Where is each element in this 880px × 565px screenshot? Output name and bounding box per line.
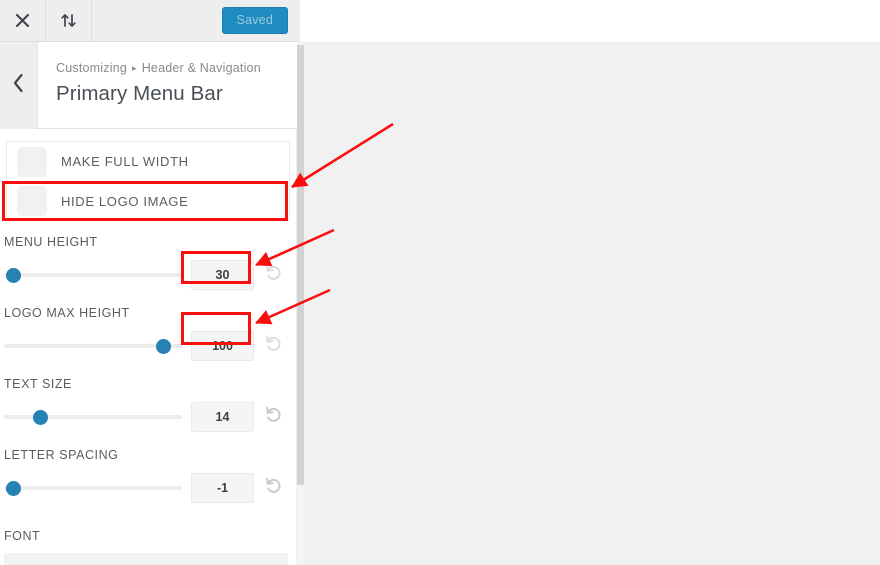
logo-max-height-slider[interactable] [4, 335, 182, 357]
save-area: Saved [221, 0, 300, 41]
up-down-arrows-icon [60, 13, 77, 28]
make-full-width-checkbox[interactable] [17, 146, 47, 177]
undo-arrow-icon [264, 405, 283, 429]
text-size-slider-track [4, 415, 182, 419]
undo-arrow-icon [264, 263, 283, 287]
letter-spacing-slider[interactable] [4, 477, 182, 499]
menu-height-reset-button[interactable] [264, 263, 283, 287]
logo-max-height-value[interactable]: 100 [191, 331, 254, 361]
letter-spacing-control: -1 [4, 471, 288, 505]
menu-height-slider-handle[interactable] [5, 268, 21, 283]
text-size-control: 14 [4, 400, 288, 434]
logo-max-height-label: LOGO MAX HEIGHT [4, 306, 130, 320]
hide-logo-image-checkbox[interactable] [17, 186, 47, 216]
letter-spacing-label: LETTER SPACING [4, 448, 119, 462]
logo-max-height-control: 100 [4, 329, 288, 363]
letter-spacing-reset-button[interactable] [264, 476, 283, 500]
breadcrumb-separator-icon: ▸ [131, 63, 137, 73]
panel-body: MAKE FULL WIDTH HIDE LOGO IMAGE MENU HEI… [0, 129, 296, 565]
panel-header-body: Customizing ▸ Header & Navigation Primary … [38, 42, 300, 129]
menu-height-slider[interactable] [4, 264, 182, 286]
font-select[interactable]: Lato Light [4, 553, 288, 565]
site-preview-pane[interactable] [305, 42, 880, 565]
close-customizer-button[interactable] [0, 0, 46, 41]
breadcrumb-current: Header & Navigation [141, 61, 261, 75]
collapse-toggle-button[interactable] [46, 0, 92, 41]
letter-spacing-slider-track [4, 486, 182, 490]
font-block: FONT Lato Light [0, 529, 296, 565]
customizer-topbar: Saved [0, 0, 300, 42]
back-button[interactable] [0, 42, 38, 129]
page-title: Primary Menu Bar [56, 82, 223, 105]
slider-row-menu-height: MENU HEIGHT 30 [0, 235, 296, 292]
breadcrumb-root[interactable]: Customizing [56, 61, 127, 75]
text-size-slider[interactable] [4, 406, 182, 428]
undo-arrow-icon [264, 334, 283, 358]
chevron-left-icon [12, 73, 25, 98]
letter-spacing-value[interactable]: -1 [191, 473, 254, 503]
slider-row-text-size: TEXT SIZE 14 [0, 377, 296, 434]
menu-height-label: MENU HEIGHT [4, 235, 98, 249]
slider-row-logo-max-height: LOGO MAX HEIGHT 100 [0, 306, 296, 363]
text-size-slider-handle[interactable] [33, 410, 49, 425]
close-x-icon [15, 13, 30, 28]
menu-height-slider-track [4, 273, 182, 277]
make-full-width-label: MAKE FULL WIDTH [61, 154, 189, 169]
preview-top-strip [300, 0, 880, 42]
toggle-row-make-full-width[interactable]: MAKE FULL WIDTH [7, 142, 289, 181]
save-button[interactable]: Saved [221, 6, 288, 35]
hide-logo-image-label: HIDE LOGO IMAGE [61, 193, 189, 209]
logo-max-height-reset-button[interactable] [264, 334, 283, 358]
undo-arrow-icon [264, 476, 283, 500]
toggle-row-hide-logo-image[interactable]: HIDE LOGO IMAGE [7, 181, 289, 220]
panel-scrollbar-thumb[interactable] [297, 45, 304, 485]
menu-height-control: 30 [4, 258, 288, 292]
text-size-label: TEXT SIZE [4, 377, 72, 391]
text-size-value[interactable]: 14 [191, 402, 254, 432]
logo-max-height-slider-handle[interactable] [155, 339, 171, 354]
slider-row-letter-spacing: LETTER SPACING -1 [0, 448, 296, 505]
menu-height-value[interactable]: 30 [191, 260, 254, 290]
breadcrumb: Customizing ▸ Header & Navigation [56, 61, 284, 75]
panel-header: Customizing ▸ Header & Navigation Primary … [0, 42, 300, 129]
letter-spacing-slider-handle[interactable] [5, 481, 21, 496]
font-label: FONT [4, 529, 41, 543]
toggle-group: MAKE FULL WIDTH HIDE LOGO IMAGE [6, 141, 290, 221]
text-size-reset-button[interactable] [264, 405, 283, 429]
customizer-screen: Saved Customizing ▸ Header & Navigation Pr… [0, 0, 880, 565]
